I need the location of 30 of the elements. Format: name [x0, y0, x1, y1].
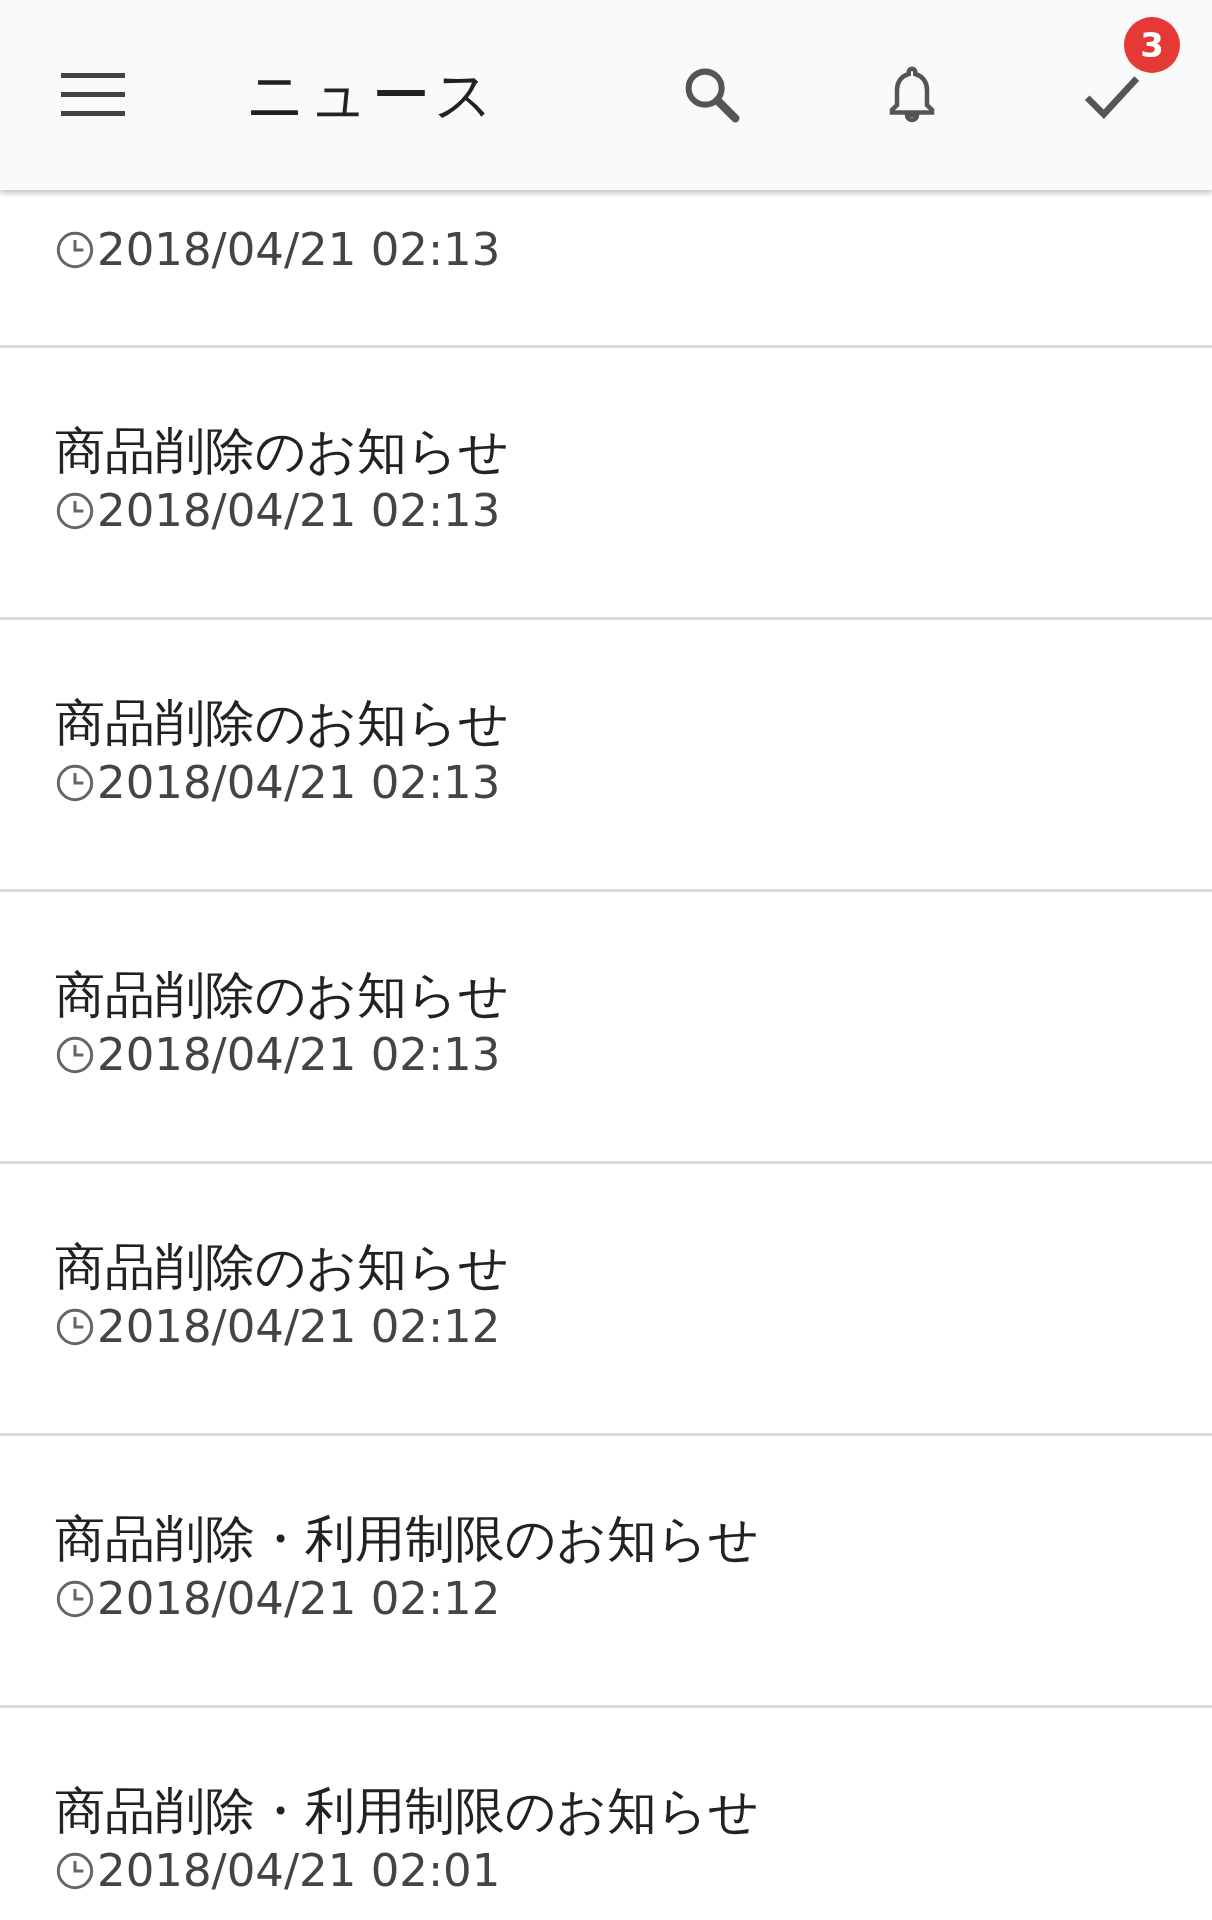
- clock-icon: [55, 230, 95, 270]
- news-title: 商品削除のお知らせ: [55, 965, 509, 1025]
- news-title: 商品削除のお知らせ: [55, 1237, 509, 1297]
- news-title: 商品削除・利用制限のお知らせ: [55, 1781, 759, 1841]
- news-item[interactable]: 商品削除のお知らせ 2018/04/21 02:13: [0, 348, 1212, 620]
- news-time: 2018/04/21 02:13: [97, 222, 501, 278]
- badge-count: 3: [1124, 17, 1180, 73]
- clock-icon: [55, 1851, 95, 1891]
- clock-icon: [55, 1035, 95, 1075]
- news-item[interactable]: 商品削除のお知らせ 2018/04/21 02:13: [0, 892, 1212, 1164]
- news-time: 2018/04/21 02:13: [97, 755, 501, 811]
- news-time: 2018/04/21 02:12: [97, 1571, 501, 1627]
- news-time: 2018/04/21 02:13: [97, 1027, 501, 1083]
- clock-icon: [55, 1307, 95, 1347]
- news-item[interactable]: 商品削除のお知らせ 2018/04/21 02:13: [0, 620, 1212, 892]
- news-item[interactable]: 商品削除・利用制限のお知らせ 2018/04/21 02:12: [0, 1436, 1212, 1708]
- news-time: 2018/04/21 02:12: [97, 1299, 501, 1355]
- news-item[interactable]: 商品削除・利用制限のお知らせ 2018/04/21 02:01: [0, 1708, 1212, 1920]
- app-title: ニュース: [246, 59, 497, 131]
- news-time: 2018/04/21 02:13: [97, 483, 501, 539]
- news-item[interactable]: 2018/04/21 02:13: [0, 190, 1212, 348]
- news-item[interactable]: 商品削除のお知らせ 2018/04/21 02:12: [0, 1164, 1212, 1436]
- clock-icon: [55, 491, 95, 531]
- menu-icon: [61, 73, 125, 117]
- news-title: 商品削除・利用制限のお知らせ: [55, 1509, 759, 1569]
- news-title: 商品削除のお知らせ: [55, 693, 509, 753]
- clock-icon: [55, 763, 95, 803]
- news-title: 商品削除のお知らせ: [55, 421, 509, 481]
- news-time: 2018/04/21 02:01: [97, 1843, 501, 1899]
- clock-icon: [55, 1579, 95, 1619]
